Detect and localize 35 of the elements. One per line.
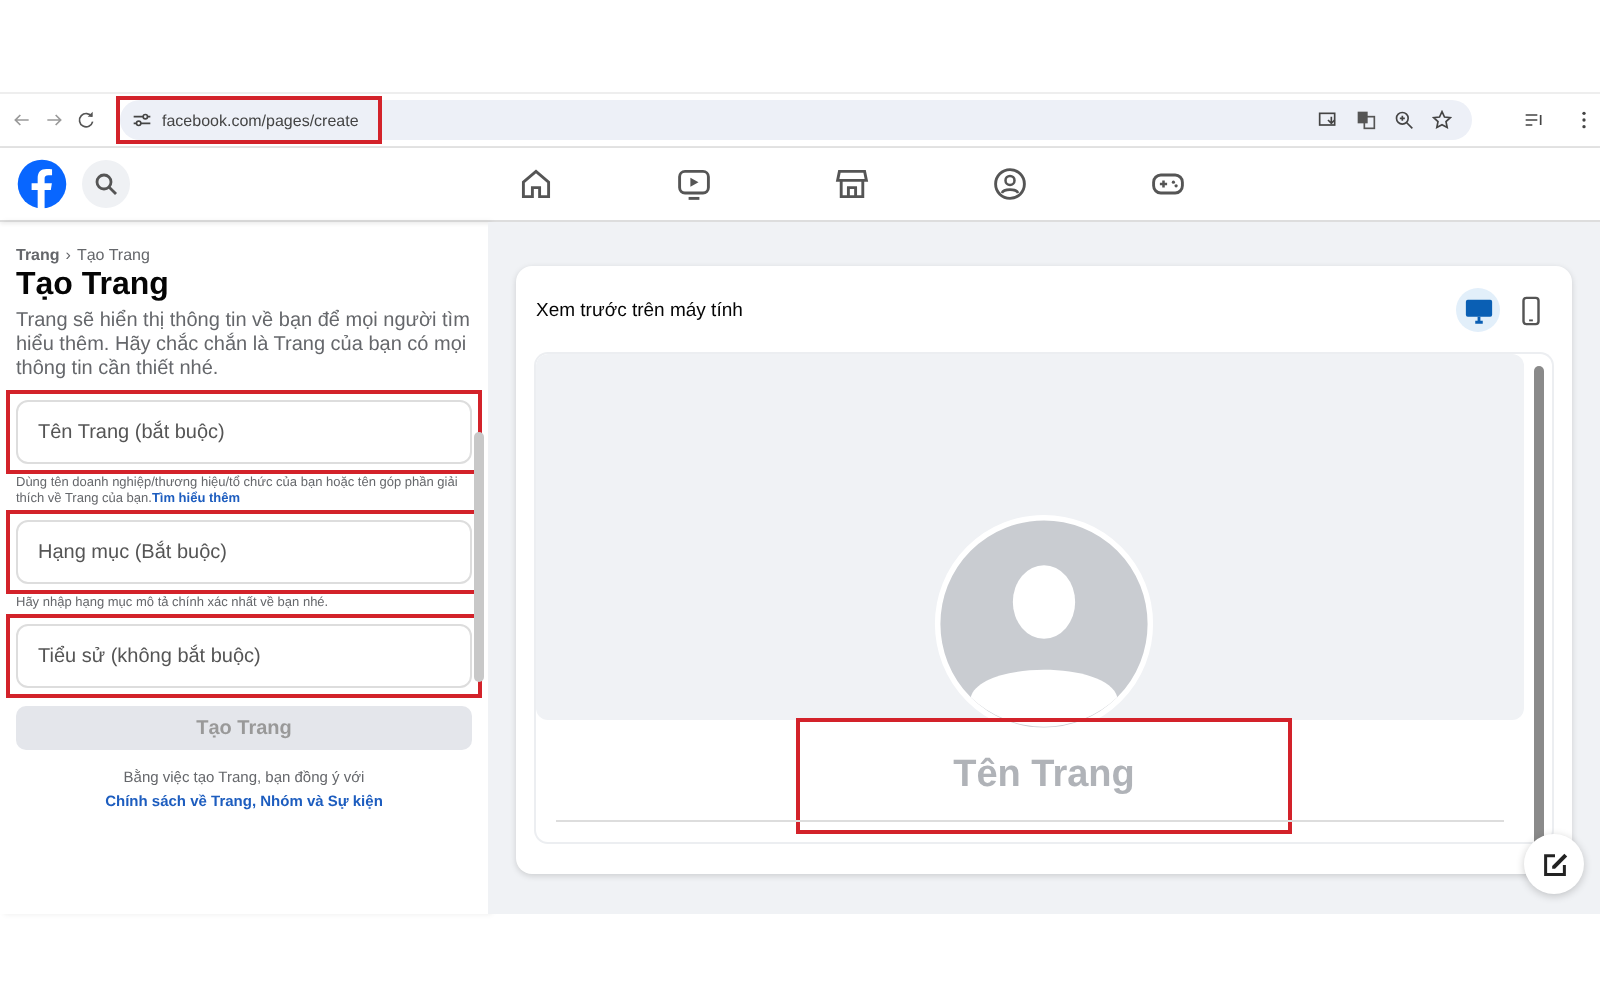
- translate-icon[interactable]: [1356, 110, 1376, 130]
- back-icon[interactable]: [12, 110, 32, 130]
- install-icon[interactable]: [1318, 110, 1338, 130]
- media-icon[interactable]: [1524, 110, 1544, 130]
- video-icon[interactable]: [675, 166, 711, 202]
- page-name-preview: Tên Trang: [953, 754, 1135, 798]
- breadcrumb-link[interactable]: Trang: [16, 246, 60, 264]
- logo-icon[interactable]: [16, 158, 68, 210]
- zoom-icon[interactable]: [1394, 110, 1414, 130]
- home-icon[interactable]: [517, 166, 553, 202]
- search-button[interactable]: [82, 160, 130, 208]
- site-settings-icon[interactable]: [132, 110, 152, 130]
- preview-title: Xem trước trên máy tính: [536, 299, 743, 321]
- store-icon[interactable]: [833, 166, 869, 202]
- scrollbar[interactable]: [1534, 366, 1544, 842]
- edit-icon: [1539, 849, 1569, 879]
- description-text: Trang sẽ hiển thị thông tin về bạn để mọi người tìm hiểu thêm. Hãy chắc chắn là Trang của bạn có mọi thông tin cần thiết nhé.: [16, 310, 472, 382]
- desktop-button[interactable]: [1456, 288, 1500, 332]
- avatar-icon: [934, 514, 1154, 734]
- reload-icon[interactable]: [76, 110, 96, 130]
- scrollbar[interactable]: [474, 432, 484, 682]
- input-field[interactable]: Tên Trang (bắt buộc): [16, 400, 472, 464]
- input-field[interactable]: Hạng mục (Bắt buộc): [16, 520, 472, 584]
- edit-button[interactable]: [1524, 834, 1584, 894]
- forward-icon[interactable]: [44, 110, 64, 130]
- search-icon: [94, 172, 118, 196]
- more-icon[interactable]: [1580, 110, 1588, 130]
- breadcrumb-current: Tạo Trang: [76, 246, 150, 264]
- page-title: Tạo Trang: [16, 268, 171, 304]
- monitor-icon: [1463, 295, 1493, 325]
- people-icon[interactable]: [991, 166, 1027, 202]
- breadcrumb-separator: ›: [65, 246, 71, 264]
- input-field[interactable]: Tiểu sử (không bắt buộc): [16, 624, 472, 688]
- star-icon[interactable]: [1432, 110, 1452, 130]
- address-field[interactable]: facebook.com/pages/create: [162, 111, 359, 129]
